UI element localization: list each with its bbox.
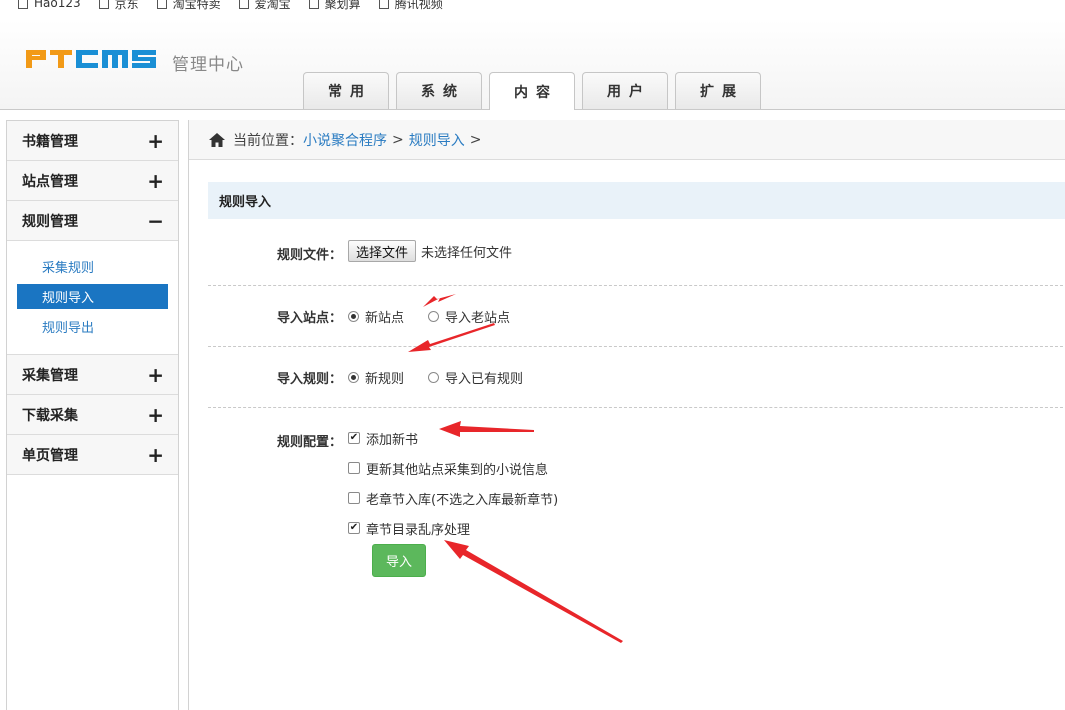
- page-icon: [308, 0, 319, 9]
- radio-label: 导入老站点: [445, 310, 511, 326]
- sidebar-submenu-rules: 采集规则 规则导入 规则导出: [7, 241, 178, 355]
- breadcrumb-prefix: 当前位置：: [233, 132, 303, 149]
- tab-users[interactable]: 用户: [582, 72, 668, 109]
- sidebar-item-rule-export[interactable]: 规则导出: [17, 314, 168, 339]
- file-status-text: 未选择任何文件: [421, 246, 513, 261]
- home-icon: [209, 132, 225, 147]
- form-row-rule-config: 规则配置： ✔ 添加新书 更新其他站点采集到的小说信息 老章节入库(不选之入库最新…: [208, 423, 1065, 543]
- sidebar-section-label: 采集管理: [22, 367, 78, 384]
- logo-subtitle: 管理中心: [172, 55, 244, 75]
- bookmark-label: Hao123: [34, 0, 81, 10]
- sidebar-section-label: 站点管理: [22, 173, 78, 190]
- import-submit-button[interactable]: 导入: [372, 544, 426, 577]
- breadcrumb-link-novel-aggregator[interactable]: 小说聚合程序: [303, 130, 387, 150]
- radio-label: 新站点: [365, 310, 405, 326]
- page-icon: [98, 0, 109, 9]
- checkbox-icon[interactable]: [348, 462, 360, 474]
- sidebar-section-label: 单页管理: [22, 447, 78, 464]
- sidebar-section-collect[interactable]: 采集管理 +: [7, 355, 178, 395]
- bookmark-taobao-sale[interactable]: 淘宝特卖: [156, 0, 221, 12]
- page-icon: [18, 0, 28, 9]
- rule-config-label: 规则配置：: [276, 435, 342, 450]
- radio-button[interactable]: [428, 310, 440, 322]
- import-rule-label: 导入规则：: [276, 371, 342, 387]
- breadcrumb-separator: >: [392, 131, 404, 148]
- breadcrumb-separator: >: [469, 131, 482, 148]
- sidebar-section-sites[interactable]: 站点管理 +: [7, 161, 178, 201]
- bookmark-hao123[interactable]: Hao123: [18, 0, 81, 10]
- bookmark-jd[interactable]: 京东: [98, 0, 139, 12]
- expand-icon: +: [147, 128, 164, 153]
- bookmark-juhuasuan[interactable]: 聚划算: [308, 0, 361, 12]
- radio-button-checked[interactable]: [348, 371, 359, 383]
- breadcrumb-link-rule-import[interactable]: 规则导入: [409, 130, 465, 150]
- main-tabs: 常用 系统 内容 用户 扩展: [303, 72, 761, 110]
- bookmarks-bar: Hao123 京东 淘宝特卖 爱淘宝 聚划算 腾讯视频: [0, 0, 1065, 12]
- page-icon: [238, 0, 249, 9]
- radio-button-checked[interactable]: [348, 310, 359, 322]
- bookmark-label: 京东: [114, 0, 139, 11]
- form-row-import-site: 导入站点： 新站点 导入老站点: [208, 286, 1065, 347]
- breadcrumb: 当前位置： 小说聚合程序 > 规则导入 >: [189, 120, 1065, 160]
- page-icon: [156, 0, 167, 9]
- expand-icon: +: [147, 442, 164, 467]
- rule-file-label: 规则文件：: [276, 248, 342, 263]
- checkbox-label: 章节目录乱序处理: [366, 522, 471, 538]
- tab-content[interactable]: 内容: [489, 72, 575, 110]
- checkbox-label: 老章节入库(不选之入库最新章节): [366, 492, 559, 508]
- sidebar-section-rules[interactable]: 规则管理 −: [7, 201, 178, 241]
- sidebar-section-books[interactable]: 书籍管理 +: [7, 121, 178, 161]
- sidebar-section-pages[interactable]: 单页管理 +: [7, 435, 178, 475]
- header: 管理中心 常用 系统 内容 用户 扩展: [0, 20, 1065, 110]
- radio-label: 导入已有规则: [445, 371, 524, 387]
- checkbox-add-new-books[interactable]: ✔ 添加新书: [348, 423, 558, 453]
- radio-import-old-site[interactable]: 导入老站点: [428, 307, 510, 326]
- checkbox-checked-icon[interactable]: ✔: [348, 432, 360, 444]
- bookmark-aitaobao[interactable]: 爱淘宝: [238, 0, 291, 12]
- bookmark-tencent-video[interactable]: 腾讯视频: [378, 0, 443, 12]
- tab-system[interactable]: 系统: [396, 72, 482, 109]
- checkbox-chapter-disorder[interactable]: ✔ 章节目录乱序处理: [348, 513, 558, 543]
- sidebar: 书籍管理 + 站点管理 + 规则管理 − 采集规则 规则导入 规则导出 采集管理…: [6, 120, 179, 710]
- checkbox-icon[interactable]: [348, 492, 360, 504]
- sidebar-section-label: 规则管理: [22, 213, 78, 230]
- checkbox-checked-icon[interactable]: ✔: [348, 522, 360, 534]
- sidebar-section-download[interactable]: 下载采集 +: [7, 395, 178, 435]
- form-row-import-rule: 导入规则： 新规则 导入已有规则: [208, 347, 1065, 408]
- choose-file-button[interactable]: 选择文件: [348, 240, 417, 262]
- ptcms-logo-mark: [26, 49, 156, 68]
- tab-common[interactable]: 常用: [303, 72, 389, 109]
- tab-extensions[interactable]: 扩展: [675, 72, 761, 109]
- radio-new-rule[interactable]: 新规则: [348, 368, 404, 387]
- page-icon: [378, 0, 389, 9]
- collapse-icon: −: [147, 208, 164, 233]
- sidebar-section-label: 书籍管理: [22, 133, 78, 150]
- logo: 管理中心: [24, 42, 244, 75]
- radio-new-site[interactable]: 新站点: [348, 307, 404, 326]
- sidebar-item-collect-rules[interactable]: 采集规则: [17, 254, 168, 279]
- expand-icon: +: [147, 402, 164, 427]
- expand-icon: +: [147, 168, 164, 193]
- checkbox-old-chapters[interactable]: 老章节入库(不选之入库最新章节): [348, 483, 558, 513]
- import-site-label: 导入站点：: [276, 310, 342, 326]
- radio-import-existing-rule[interactable]: 导入已有规则: [428, 368, 523, 387]
- bookmark-label: 聚划算: [324, 0, 361, 11]
- checkbox-label: 更新其他站点采集到的小说信息: [366, 462, 549, 478]
- sidebar-section-label: 下载采集: [22, 407, 78, 424]
- main-content: 当前位置： 小说聚合程序 > 规则导入 > 规则导入 规则文件： 选择文件 未选…: [188, 120, 1065, 710]
- radio-button[interactable]: [428, 371, 440, 383]
- bookmark-label: 腾讯视频: [394, 0, 443, 11]
- config-checkbox-list: ✔ 添加新书 更新其他站点采集到的小说信息 老章节入库(不选之入库最新章节) ✔ 章…: [348, 423, 558, 543]
- sidebar-item-rule-import[interactable]: 规则导入: [17, 284, 168, 309]
- panel-title: 规则导入: [208, 182, 1065, 219]
- radio-label: 新规则: [365, 371, 405, 387]
- expand-icon: +: [147, 362, 164, 387]
- bookmark-label: 爱淘宝: [254, 0, 291, 11]
- checkbox-label: 添加新书: [366, 432, 419, 448]
- checkbox-update-other-sites[interactable]: 更新其他站点采集到的小说信息: [348, 453, 558, 483]
- bookmark-label: 淘宝特卖: [172, 0, 221, 11]
- form-row-rule-file: 规则文件： 选择文件 未选择任何文件: [208, 232, 1065, 286]
